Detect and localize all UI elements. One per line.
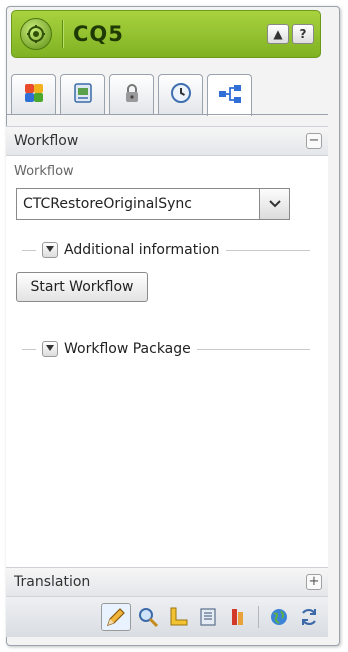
lock-icon [120,81,144,109]
fieldset-line [22,249,36,251]
expand-toggle-additional-info[interactable] [42,242,58,258]
header-divider [62,20,63,48]
fieldset-line [22,348,36,350]
workflow-package-label[interactable]: Workflow Package [64,341,191,357]
help-button[interactable]: ? [292,24,314,44]
fieldset-line [225,249,310,251]
edit-pencil-icon [107,608,125,626]
dropdown-trigger[interactable] [259,189,289,219]
expand-panel-button[interactable]: + [306,574,322,590]
toolbar-separator [258,606,259,628]
workflow-panel-title: Workflow [14,133,79,149]
client-context-icon [232,609,243,625]
collapse-panel-button[interactable]: − [306,133,322,149]
preview-mode-button[interactable] [135,603,161,631]
start-workflow-button[interactable]: Start Workflow [16,272,148,302]
fieldset-line [196,348,310,350]
sidekick-tabs [11,74,252,116]
tab-locking[interactable] [109,74,154,114]
workflow-select-value[interactable]: CTCRestoreOriginalSync [17,196,259,212]
workflow-select[interactable]: CTCRestoreOriginalSync [16,188,290,220]
workflow-panel-header[interactable]: Workflow − [6,126,328,156]
versioning-clock-icon [169,81,193,109]
tab-components[interactable] [11,74,56,114]
mode-toolbar [6,597,328,637]
sidekick-header[interactable]: CQ5 ▲ ? [11,10,321,58]
chevron-down-icon [268,200,281,208]
components-icon [22,81,46,109]
tab-workflow[interactable] [207,74,252,116]
design-mode-button[interactable] [165,603,191,631]
chevron-down-icon [46,345,54,351]
header-buttons: ▲ ? [267,24,314,44]
translation-panel-title: Translation [14,574,91,590]
scaffolding-mode-button[interactable] [195,603,221,631]
website-globe-icon [271,609,287,625]
website-button[interactable] [266,603,292,631]
design-ruler-icon [170,607,188,626]
page-icon [71,81,95,109]
expand-toggle-workflow-package[interactable] [42,341,58,357]
chevron-down-icon [46,246,54,252]
workflow-package-fieldset: Workflow Package [22,339,310,359]
additional-info-fieldset: Additional information [22,240,310,260]
workflow-icon [217,82,243,110]
app-title: CQ5 [73,22,124,46]
tab-versioning[interactable] [158,74,203,114]
tab-page[interactable] [60,74,105,114]
additional-info-label[interactable]: Additional information [64,242,220,258]
cq5-logo-icon [20,18,52,50]
scaffolding-icon [200,608,216,626]
tab-strip-border [6,114,328,115]
workflow-field-label: Workflow [14,164,74,179]
translation-panel-header[interactable]: Translation + [6,567,328,597]
edit-mode-button[interactable] [101,603,131,631]
refresh-icon [302,608,316,626]
preview-magnifier-icon [139,608,159,628]
refresh-button[interactable] [296,603,322,631]
collapse-button[interactable]: ▲ [267,24,289,44]
client-context-button[interactable] [225,603,251,631]
